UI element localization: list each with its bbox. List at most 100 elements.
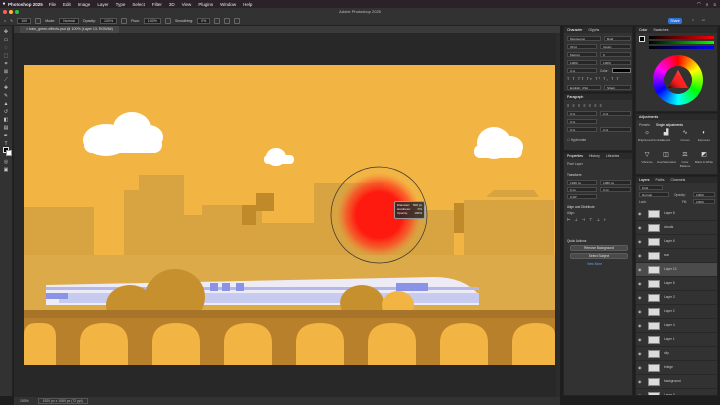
share-button[interactable]: Share [668,18,682,24]
align-buttons[interactable]: ⊢ ⊥ ⊣ ⊤ ⊥ ⊦ [567,217,607,222]
document-tab[interactable]: × train_green-effects.psd @ 100% (Layer … [20,26,119,33]
minimize-window-button[interactable] [9,10,13,14]
screen-mode-icon[interactable]: ▣ [3,168,9,173]
tab-paths[interactable]: Paths [656,177,665,183]
eye-icon[interactable]: ◉ [638,309,642,314]
brightness-contrast-icon[interactable]: ☼ [643,129,651,137]
zoom-level[interactable]: 100% [20,399,29,403]
height-field[interactable]: 1080 px [600,180,631,185]
align-section-label[interactable]: Align and Distribute [567,205,595,209]
tab-libraries[interactable]: Libraries [606,153,619,159]
layer-row[interactable]: ◉ Layer 6 [636,235,717,249]
smoothing-settings-icon[interactable] [214,17,221,24]
search-icon[interactable]: ⌕ [706,2,709,7]
vibrance-icon[interactable]: ▽ [643,151,651,159]
leading-field[interactable]: (Auto) [600,44,631,49]
tab-properties[interactable]: Properties [567,153,583,159]
eye-icon[interactable]: ◉ [638,365,642,370]
eye-icon[interactable]: ◉ [638,239,642,244]
airbrush-icon[interactable] [164,17,171,24]
eye-icon[interactable]: ◉ [638,253,642,258]
anti-alias-select[interactable]: Sharp [604,85,631,90]
eyedropper-tool-icon[interactable]: ⟋ [3,78,9,83]
menu-select[interactable]: Select [132,2,145,7]
healing-tool-icon[interactable]: ✚ [3,86,9,91]
menu-help[interactable]: Help [243,2,252,7]
tab-paragraph[interactable]: Paragraph [567,94,583,100]
tab-swatches[interactable]: Swatches [653,27,668,33]
menu-image[interactable]: Image [78,2,91,7]
wifi-icon[interactable]: ◠ [697,1,701,7]
tab-character[interactable]: Character [567,27,582,33]
symmetry-icon[interactable] [234,17,241,24]
space-before-field[interactable]: 0 pt [567,127,597,132]
menu-edit[interactable]: Edit [63,2,71,7]
flow-field[interactable]: 100% [143,17,161,24]
layer-row[interactable]: ◉ Layer 13 [636,263,717,277]
view-more-link[interactable]: View More [587,262,602,266]
smoothing-field[interactable]: 0% [197,17,211,24]
remove-background-button[interactable]: Remove Background [570,245,628,251]
tab-adjustments[interactable]: Adjustments [639,114,658,120]
vertical-scale-field[interactable]: 100% [567,60,597,65]
exposure-icon[interactable]: ◐ [700,129,708,137]
font-style-select[interactable]: Bold [604,36,631,41]
transform-section-label[interactable]: Transform [567,173,581,177]
tracking-field[interactable]: 0 [600,52,631,57]
move-tool-icon[interactable]: ✥ [3,30,9,35]
layer-row[interactable]: ◉ bridge [636,361,717,375]
gradient-tool-icon[interactable]: ▤ [3,126,9,131]
tab-color[interactable]: Color [639,27,647,33]
crop-tool-icon[interactable]: ⌗ [3,62,9,67]
baseline-shift-field[interactable]: 0 pt [567,68,597,73]
width-field[interactable]: 1920 px [567,180,597,185]
document-info[interactable]: 1920 px x 1080 px (72 ppi) [37,398,88,404]
kerning-field[interactable]: Metrics [567,52,597,57]
font-size-field[interactable]: 30 pt [567,44,597,49]
eye-icon[interactable]: ◉ [638,295,642,300]
space-after-field[interactable]: 0 pt [600,127,631,132]
fg-color-swatch[interactable] [639,36,645,42]
eraser-tool-icon[interactable]: ◧ [3,118,9,123]
eye-icon[interactable]: ◉ [638,351,642,356]
eye-icon[interactable]: ◉ [638,281,642,286]
layer-row[interactable]: ◉ Layer 3 [636,291,717,305]
color-balance-icon[interactable]: ⚖ [681,151,689,159]
first-line-indent-field[interactable]: 0 pt [567,119,597,124]
color-triangle[interactable] [666,68,690,92]
marquee-tool-icon[interactable]: ▭ [3,38,9,43]
object-select-tool-icon[interactable]: ⬚ [3,54,9,59]
single-adjustments-label[interactable]: Single adjustments [656,123,683,127]
canvas-area[interactable]: Diameter: 500 px Hardness: 0% Opacity: 100% [14,33,560,397]
menu-3d[interactable]: 3D [169,2,175,7]
blue-slider[interactable] [649,46,714,49]
layer-row[interactable]: ◉ city [636,347,717,361]
apple-icon[interactable]: ● [0,1,8,7]
layer-row[interactable]: ◉ clouds [636,221,717,235]
home-icon[interactable]: ⌂ [4,19,6,23]
x-position-field[interactable]: 0 px [567,187,597,192]
angle-field[interactable]: 0.00° [567,194,597,199]
indent-left-field[interactable]: 0 pt [567,111,597,116]
workspace-icon[interactable]: ▭ [702,18,705,22]
lasso-tool-icon[interactable]: ◌ [3,46,9,51]
menu-type[interactable]: Type [116,2,126,7]
menu-window[interactable]: Window [220,2,236,7]
tab-history[interactable]: History [589,153,600,159]
layer-row[interactable]: ◉ Layer 4 [636,319,717,333]
eye-icon[interactable]: ◉ [638,379,642,384]
levels-icon[interactable]: ▟ [662,129,670,137]
layer-filter-select[interactable]: Kind [639,185,663,190]
tab-layers[interactable]: Layers [639,177,650,183]
angle-icon[interactable] [224,17,231,24]
red-slider[interactable] [649,36,714,39]
menu-filter[interactable]: Filter [152,2,162,7]
presets-label[interactable]: Presets [639,123,650,127]
hyphenate-checkbox[interactable]: ☐ Hyphenate [567,138,586,142]
history-brush-tool-icon[interactable]: ↺ [3,110,9,115]
layer-row[interactable]: ◉ Layer 1 [636,333,717,347]
eye-icon[interactable]: ◉ [638,323,642,328]
menu-plugins[interactable]: Plugins [198,2,213,7]
brush-settings-icon[interactable] [35,17,42,24]
brush-size-field[interactable]: 100 [17,17,32,24]
